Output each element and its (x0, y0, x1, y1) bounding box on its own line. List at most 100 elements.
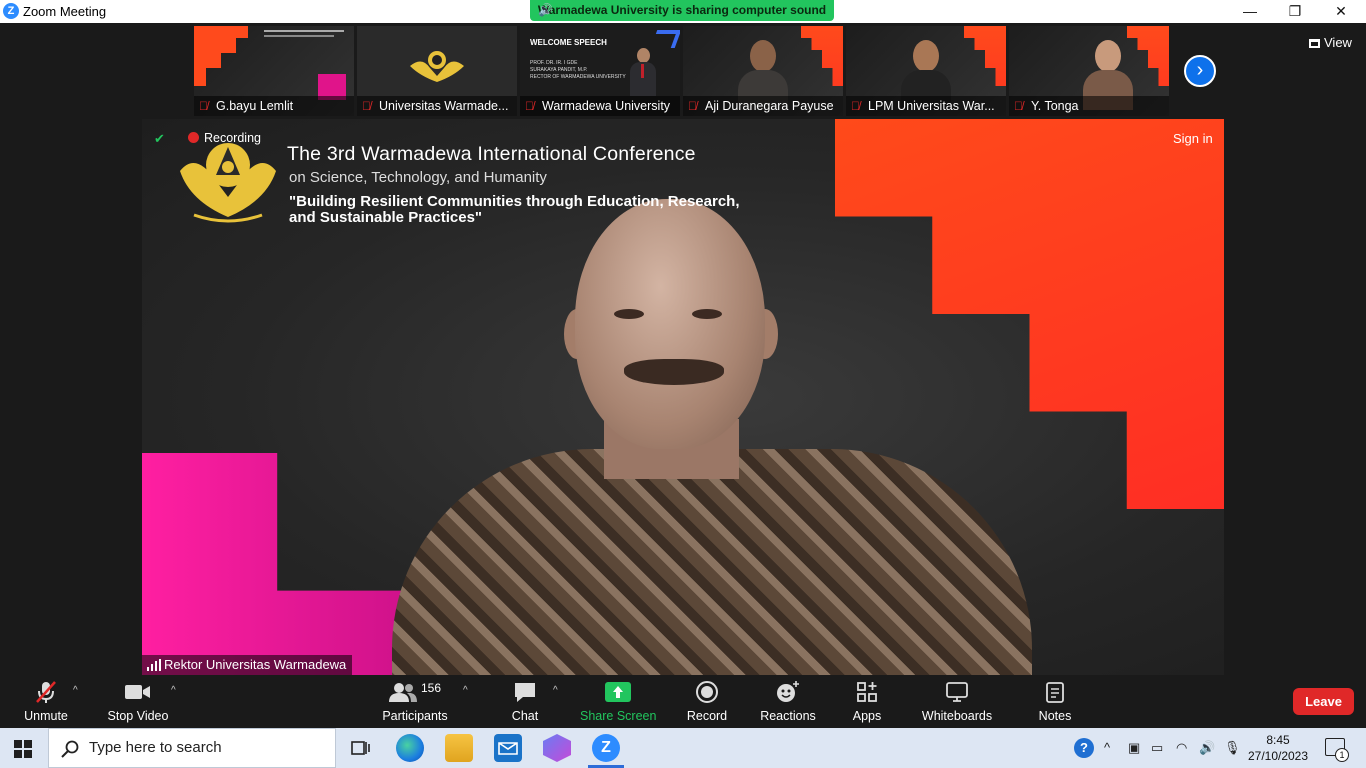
zoom-logo-icon: Z (3, 3, 19, 19)
clock-time: 8:45 (1266, 733, 1290, 747)
participant-thumbnail[interactable]: Universitas Warmade... 🎙̸ (357, 26, 517, 116)
device-icon[interactable]: ▣ (1128, 740, 1140, 756)
active-speaker-video[interactable]: The 3rd Warmadewa International Conferen… (142, 119, 1224, 675)
participants-label: Participants (382, 709, 448, 723)
minimize-button[interactable]: — (1227, 0, 1273, 23)
chevron-right-icon: › (1196, 59, 1204, 81)
participant-video (901, 34, 951, 110)
share-screen-icon (605, 682, 631, 702)
zoom-taskbar-icon[interactable]: Z (592, 734, 620, 762)
microphone-icon[interactable]: 🎙 (1224, 740, 1241, 756)
search-placeholder: Type here to search (89, 739, 222, 756)
share-screen-label: Share Screen (580, 709, 657, 723)
conference-title: The 3rd Warmadewa International Conferen… (287, 143, 696, 165)
notes-button[interactable]: Notes (1035, 679, 1075, 723)
reactions-button[interactable]: Reactions (760, 679, 816, 723)
participant-thumbnail[interactable]: Y. Tonga 🎙̸ (1009, 26, 1169, 116)
leave-button[interactable]: Leave (1293, 688, 1354, 715)
record-label: Record (686, 709, 728, 723)
mail-icon[interactable] (494, 734, 522, 762)
whiteboards-label: Whiteboards (921, 709, 993, 723)
sign-in-link[interactable]: Sign in (1173, 131, 1213, 146)
taskbar-search-input[interactable]: Type here to search (48, 728, 336, 768)
participant-thumbnail[interactable]: G.bayu Lemlit 🎙̸ (194, 26, 354, 116)
restore-button[interactable]: ❐ (1272, 0, 1318, 23)
help-icon[interactable]: ? (1074, 738, 1094, 758)
slide-title: WELCOME SPEECH (530, 38, 607, 47)
unmute-label: Unmute (24, 709, 68, 723)
notes-icon (1046, 682, 1064, 703)
speaker-figure (628, 48, 658, 96)
participants-button[interactable]: 156 Participants (380, 679, 450, 723)
apps-icon (857, 682, 877, 702)
clock-date: 27/10/2023 (1247, 749, 1309, 763)
participants-caret-icon[interactable]: ^ (463, 685, 468, 696)
app-hexagon-icon[interactable] (543, 734, 571, 762)
task-view-icon[interactable] (350, 738, 370, 763)
recording-indicator[interactable]: Recording (188, 131, 261, 145)
video-camera-icon (125, 685, 150, 699)
speaker-figure (392, 199, 1032, 675)
participant-name: Universitas Warmade... (357, 96, 517, 116)
muted-mic-icon: 🎙̸ (362, 99, 371, 113)
conference-subtitle: on Science, Technology, and Humanity (289, 169, 547, 186)
muted-mic-icon: 🎙̸ (1014, 99, 1023, 113)
sharing-sound-banner[interactable]: 🔊 Warmadewa University is sharing comput… (530, 0, 834, 21)
whiteboard-icon (946, 682, 968, 702)
participant-name: Aji Duranegara Payuse (683, 96, 843, 116)
participants-count: 156 (420, 681, 442, 695)
muted-mic-icon: 🎙̸ (525, 99, 534, 113)
window-title: Zoom Meeting (23, 4, 107, 19)
speaker-icon: 🔊 (538, 3, 553, 17)
encryption-shield-icon[interactable]: ✔ (154, 131, 165, 147)
conference-theme-line1: "Building Resilient Communities through … (289, 193, 740, 210)
whiteboards-button[interactable]: Whiteboards (919, 679, 995, 723)
stop-video-label: Stop Video (107, 709, 169, 723)
windows-taskbar: Type here to search Z ? ^ ▣ ▭ ◠ 🔊 🎙 8:45… (0, 728, 1366, 768)
speaker-name-tag: Rektor Universitas Warmadewa (142, 655, 353, 675)
view-button[interactable]: View (1309, 35, 1352, 50)
stop-video-button[interactable]: Stop Video (104, 679, 172, 723)
share-screen-button[interactable]: Share Screen (580, 679, 656, 723)
record-icon (696, 681, 718, 703)
view-label: View (1324, 35, 1352, 50)
wifi-icon[interactable]: ◠ (1176, 740, 1187, 756)
muted-mic-icon: 🎙̸ (851, 99, 860, 113)
recording-dot-icon (188, 132, 199, 143)
smiley-plus-icon (777, 681, 799, 702)
video-options-caret-icon[interactable]: ^ (171, 685, 176, 696)
participant-thumbnail[interactable]: Aji Duranegara Payuse 🎙̸ (683, 26, 843, 116)
chat-button[interactable]: Chat (505, 679, 545, 723)
volume-icon[interactable]: 🔊 (1199, 740, 1215, 756)
notes-label: Notes (1038, 709, 1072, 723)
apps-button[interactable]: Apps (848, 679, 886, 723)
edge-browser-icon[interactable] (396, 734, 424, 762)
participant-video (738, 34, 788, 110)
signal-strength-icon (147, 659, 161, 671)
record-button[interactable]: Record (684, 679, 730, 723)
participant-name: Y. Tonga (1009, 96, 1169, 116)
notification-count-badge: 1 (1335, 748, 1349, 762)
chat-bubble-icon (515, 683, 535, 702)
file-explorer-icon[interactable] (445, 734, 473, 762)
show-hidden-icons-icon[interactable]: ^ (1104, 740, 1110, 755)
close-button[interactable]: ✕ (1318, 0, 1364, 23)
participant-video (1083, 34, 1134, 110)
audio-options-caret-icon[interactable]: ^ (73, 685, 78, 696)
search-icon (61, 740, 79, 758)
participant-thumbnail[interactable]: LPM Universitas War... 🎙̸ (846, 26, 1006, 116)
battery-icon[interactable]: ▭ (1151, 740, 1163, 756)
chat-caret-icon[interactable]: ^ (553, 685, 558, 696)
speaker-name: Rektor Universitas Warmadewa (164, 657, 347, 672)
participant-thumbnail[interactable]: WELCOME SPEECH PROF. DR. IR. I GDE SURAK… (520, 26, 680, 116)
chat-label: Chat (511, 709, 539, 723)
conference-theme-line2: and Sustainable Practices" (289, 209, 483, 226)
muted-microphone-icon (36, 681, 56, 703)
windows-start-icon[interactable] (14, 740, 32, 763)
slide-lines: PROF. DR. IR. I GDE SURAKAYA PANDIT, M.P… (530, 60, 626, 80)
next-page-button[interactable]: › (1184, 55, 1216, 87)
participants-icon (388, 683, 417, 702)
unmute-button[interactable]: Unmute (20, 679, 72, 723)
system-clock[interactable]: 8:45 27/10/2023 (1240, 732, 1316, 764)
participant-name: LPM Universitas War... (846, 96, 1006, 116)
